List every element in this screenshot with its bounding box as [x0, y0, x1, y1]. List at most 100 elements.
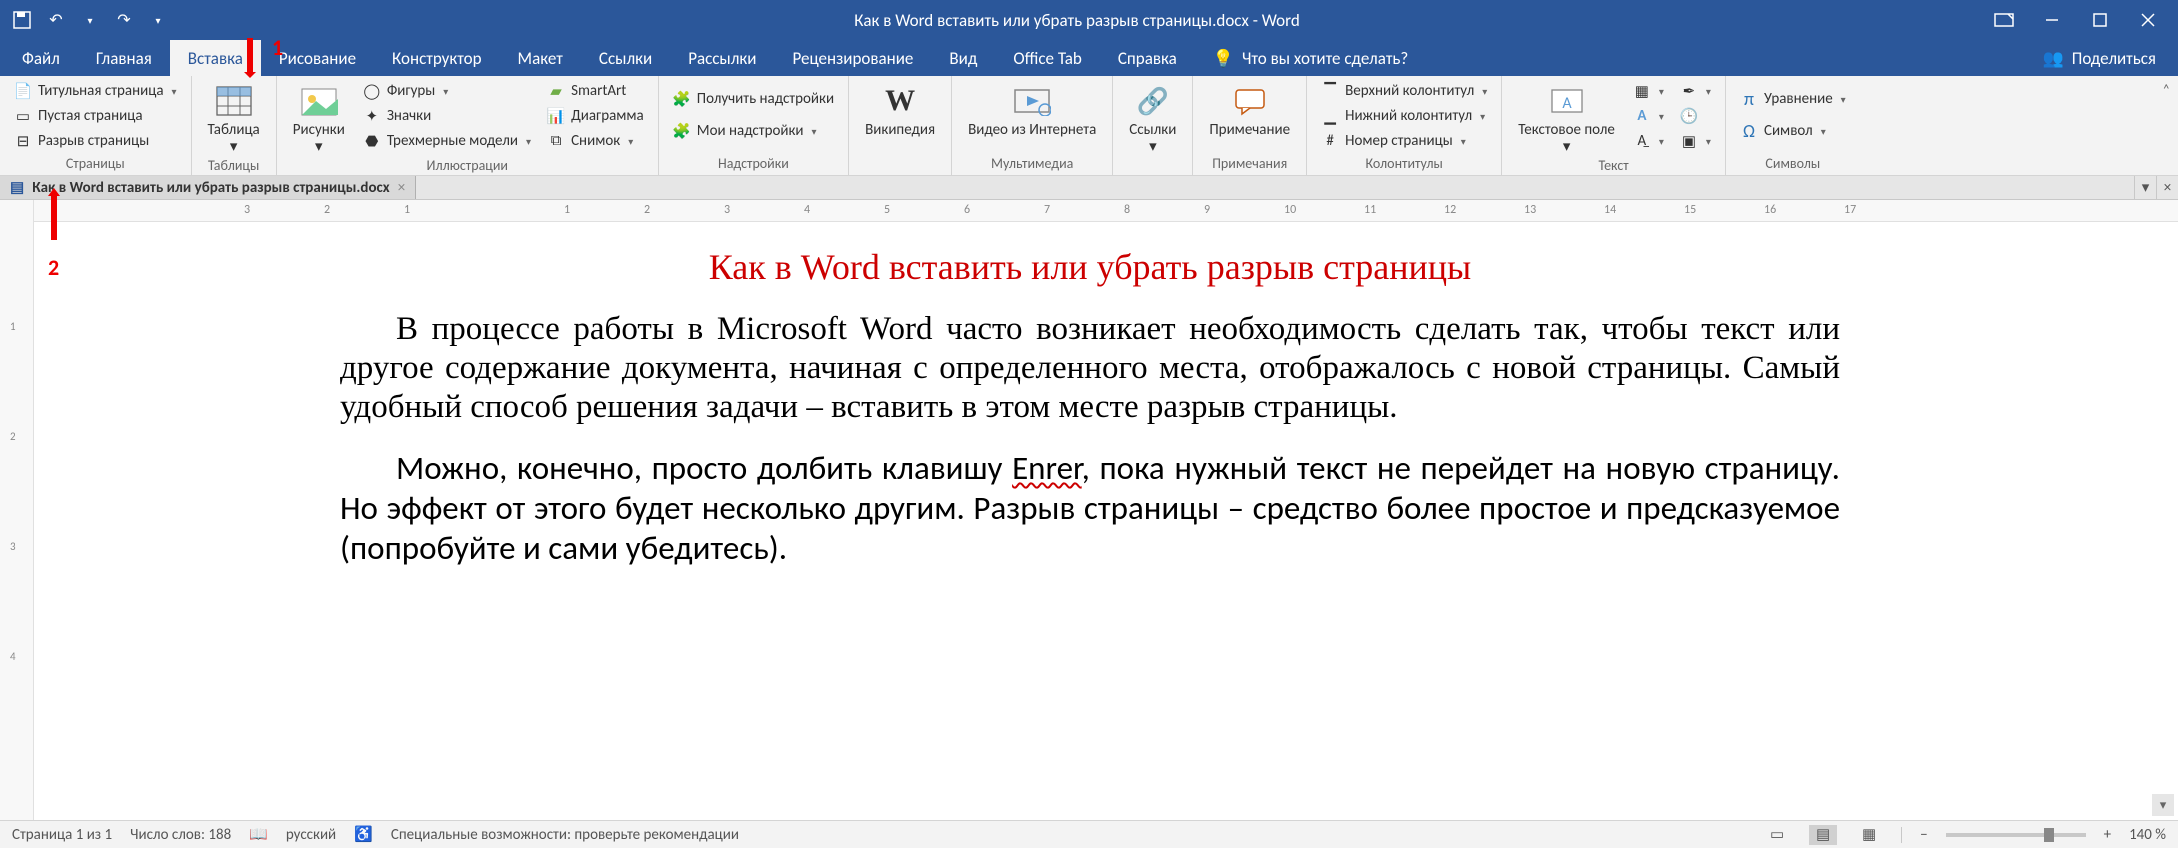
- language[interactable]: русский: [286, 826, 336, 844]
- pictures-button[interactable]: Рисунки▾: [287, 80, 351, 157]
- object-button[interactable]: ▣▾: [1676, 130, 1715, 152]
- horizontal-ruler[interactable]: 3 2 1 1 2 3 4 5 6 7 8 9 10 11 12 13 14 1…: [34, 200, 2178, 222]
- group-tables: Таблица▾ Таблицы: [192, 76, 277, 175]
- tab-close-all-button[interactable]: ×: [2156, 176, 2178, 199]
- store-icon: 🧩: [673, 90, 691, 108]
- smartart-label: SmartArt: [571, 82, 626, 100]
- video-label: Видео из Интернета: [968, 122, 1096, 139]
- sigline-button[interactable]: ✒▾: [1676, 80, 1715, 102]
- screenshot-button[interactable]: ⧉Снимок▾: [543, 130, 648, 152]
- datetime-button[interactable]: 🕒: [1676, 105, 1715, 127]
- save-icon[interactable]: [12, 10, 32, 30]
- undo-icon[interactable]: ↶: [46, 10, 66, 30]
- get-addins-button[interactable]: 🧩Получить надстройки: [669, 88, 838, 110]
- close-tab-icon[interactable]: ×: [398, 179, 405, 197]
- tab-references[interactable]: Ссылки: [581, 40, 670, 76]
- footer-button[interactable]: ▁Нижний колонтитул▾: [1317, 105, 1491, 127]
- group-addins: 🧩Получить надстройки 🧩Мои надстройки▾ На…: [659, 76, 849, 175]
- page-break-button[interactable]: ⊟Разрыв страницы: [10, 130, 181, 152]
- print-layout-button[interactable]: ▤: [1809, 825, 1837, 845]
- tab-file[interactable]: Файл: [4, 40, 78, 76]
- cover-page-button[interactable]: 📄Титульная страница▾: [10, 80, 181, 102]
- shapes-button[interactable]: ◯Фигуры▾: [359, 80, 535, 102]
- comment-button[interactable]: Примечание: [1203, 80, 1296, 141]
- quickparts-button[interactable]: ▦▾: [1629, 80, 1668, 102]
- pagenum-button[interactable]: #Номер страницы▾: [1317, 130, 1491, 152]
- zoom-slider[interactable]: [1946, 833, 2086, 837]
- document-page[interactable]: Как в Word вставить или убрать разрыв ст…: [260, 230, 1920, 621]
- zoom-out-button[interactable]: −: [1920, 826, 1927, 844]
- tab-design[interactable]: Конструктор: [374, 40, 500, 76]
- share-button[interactable]: 👥 Поделиться: [2025, 40, 2174, 76]
- window-title: Как в Word вставить или убрать разрыв ст…: [180, 10, 1974, 31]
- chevron-down-icon[interactable]: ▾: [80, 10, 100, 30]
- models-button[interactable]: ⬣Трехмерные модели▾: [359, 130, 535, 152]
- zoom-in-button[interactable]: +: [2104, 826, 2111, 844]
- document-paragraph[interactable]: В процессе работы в Microsoft Word часто…: [340, 310, 1840, 427]
- spelling-error[interactable]: Enrer: [1012, 448, 1082, 488]
- my-addins-button[interactable]: 🧩Мои надстройки▾: [669, 120, 838, 142]
- comment-label: Примечание: [1209, 122, 1290, 139]
- annotation-label-2: 2: [48, 254, 59, 281]
- table-button[interactable]: Таблица▾: [202, 80, 266, 157]
- vertical-ruler[interactable]: 1 2 3 4: [0, 200, 34, 820]
- chart-button[interactable]: 📊Диаграмма: [543, 105, 648, 127]
- chevron-down-icon: ▾: [172, 85, 177, 98]
- equation-button[interactable]: πУравнение▾: [1736, 88, 1850, 110]
- tab-review[interactable]: Рецензирование: [775, 40, 932, 76]
- tab-view[interactable]: Вид: [931, 40, 995, 76]
- document-paragraph[interactable]: Можно, конечно, просто долбить клавишу E…: [340, 449, 1840, 569]
- ribbon-options-icon[interactable]: [1994, 10, 2014, 30]
- tab-officetab[interactable]: Office Tab: [995, 40, 1100, 76]
- dropcap-button[interactable]: A̲▾: [1629, 130, 1668, 152]
- read-mode-button[interactable]: ▭: [1763, 825, 1791, 845]
- redo-icon[interactable]: ↷: [114, 10, 134, 30]
- close-icon[interactable]: [2138, 10, 2158, 30]
- screenshot-label: Снимок: [571, 132, 620, 150]
- wordart-button[interactable]: A▾: [1629, 105, 1668, 127]
- icons-button[interactable]: ✦Значки: [359, 105, 535, 127]
- wikipedia-button[interactable]: W Википедия: [859, 80, 941, 141]
- qat-customize-icon[interactable]: ▾: [148, 10, 168, 30]
- spell-check-icon[interactable]: 📖: [249, 825, 268, 844]
- svg-text:A: A: [1562, 94, 1572, 113]
- header-button[interactable]: ▔Верхний колонтитул▾: [1317, 80, 1491, 102]
- textbox-button[interactable]: A Текстовое поле▾: [1512, 80, 1621, 157]
- tab-home[interactable]: Главная: [78, 40, 170, 76]
- group-symbols-label: Символы: [1736, 155, 1850, 173]
- tab-mailings[interactable]: Рассылки: [670, 40, 774, 76]
- scroll-down-button[interactable]: ▾: [2152, 794, 2174, 816]
- page-count[interactable]: Страница 1 из 1: [12, 826, 112, 844]
- zoom-level[interactable]: 140 %: [2129, 826, 2166, 844]
- video-button[interactable]: Видео из Интернета: [962, 80, 1102, 141]
- document-title[interactable]: Как в Word вставить или убрать разрыв ст…: [340, 246, 1840, 288]
- share-icon: 👥: [2043, 48, 2064, 69]
- tell-me-search[interactable]: 💡 Что вы хотите сделать?: [1213, 40, 1408, 76]
- group-media-label: Мультимедиа: [962, 155, 1102, 173]
- minimize-icon[interactable]: [2042, 10, 2062, 30]
- wikipedia-icon: W: [881, 82, 919, 120]
- my-addins-label: Мои надстройки: [697, 122, 804, 140]
- collapse-ribbon-button[interactable]: ˄: [2162, 76, 2178, 175]
- symbol-button[interactable]: ΩСимвол▾: [1736, 120, 1850, 142]
- page-break-icon: ⊟: [14, 132, 32, 150]
- maximize-icon[interactable]: [2090, 10, 2110, 30]
- word-count[interactable]: Число слов: 188: [130, 826, 231, 844]
- group-comments: Примечание Примечания: [1193, 76, 1307, 175]
- equation-label: Уравнение: [1764, 90, 1833, 108]
- blank-page-button[interactable]: ▭Пустая страница: [10, 105, 181, 127]
- accessibility-status[interactable]: Специальные возможности: проверьте реком…: [391, 826, 739, 844]
- tab-layout[interactable]: Макет: [500, 40, 581, 76]
- tab-menu-button[interactable]: ▾: [2134, 176, 2156, 199]
- links-icon: 🔗: [1134, 82, 1172, 120]
- group-illustrations: Рисунки▾ ◯Фигуры▾ ✦Значки ⬣Трехмерные мо…: [277, 76, 659, 175]
- smartart-button[interactable]: ▰SmartArt: [543, 80, 648, 102]
- equation-icon: π: [1740, 90, 1758, 108]
- group-tables-label: Таблицы: [202, 157, 266, 174]
- group-text: A Текстовое поле▾ ▦▾ A▾ A̲▾ ✒▾ 🕒 ▣▾ Текс…: [1502, 76, 1726, 175]
- links-button[interactable]: 🔗 Ссылки▾: [1123, 80, 1182, 157]
- accessibility-icon: ♿: [354, 825, 373, 844]
- tab-help[interactable]: Справка: [1100, 40, 1195, 76]
- web-layout-button[interactable]: ▦: [1855, 825, 1883, 845]
- wordart-icon: A: [1633, 107, 1651, 125]
